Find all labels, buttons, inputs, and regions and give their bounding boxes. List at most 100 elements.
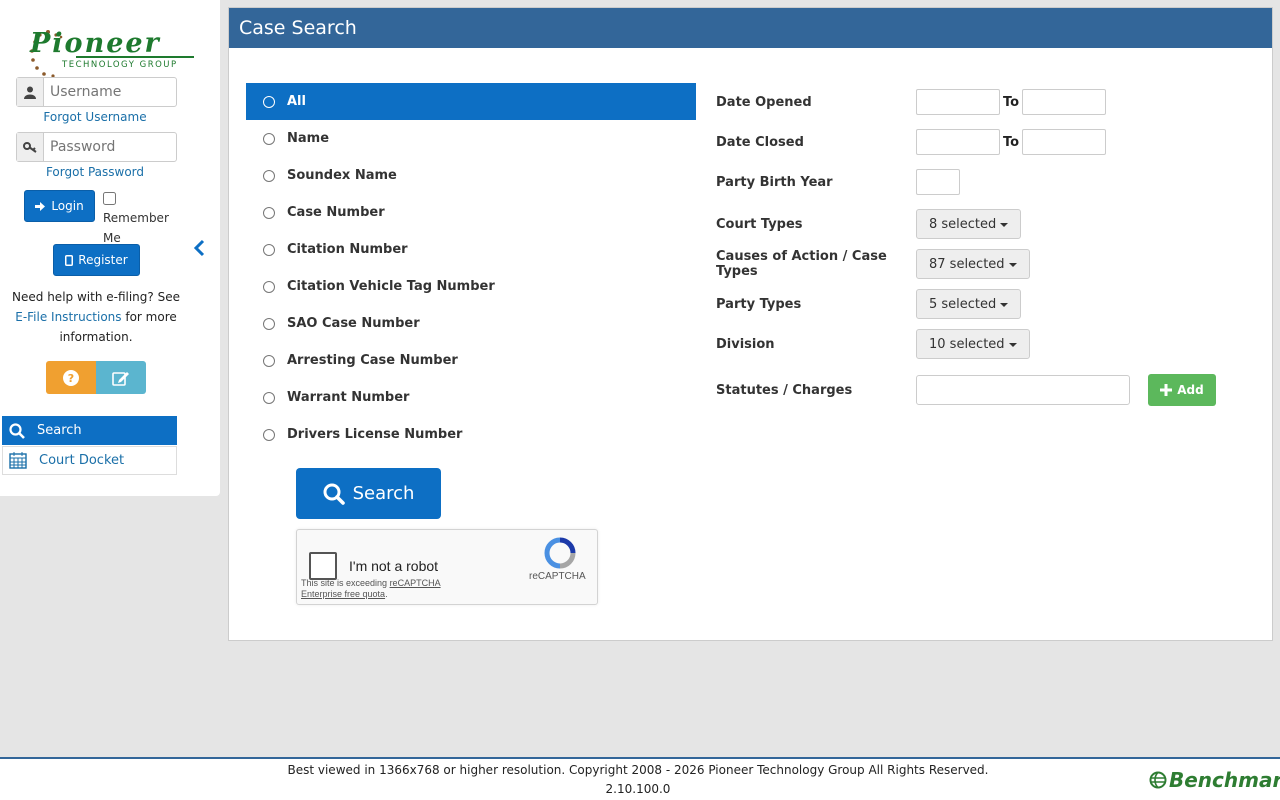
date-closed-to-input[interactable]	[1022, 129, 1106, 155]
party-types-row: Party Types 5 selected	[716, 289, 1022, 319]
help-button[interactable]: ?	[46, 361, 96, 394]
recaptcha-note-prefix: This site is exceeding	[301, 578, 388, 588]
add-button-label: Add	[1177, 383, 1204, 397]
court-types-label: Court Types	[716, 216, 803, 232]
sign-in-icon	[35, 201, 46, 211]
question-icon: ?	[63, 369, 79, 386]
user-icon	[17, 78, 44, 106]
plus-icon	[1160, 384, 1173, 396]
caret-down-icon	[1000, 303, 1009, 307]
radio-button[interactable]	[263, 428, 275, 441]
add-statute-button[interactable]: Add	[1148, 374, 1216, 406]
statutes-input[interactable]	[916, 375, 1130, 405]
efile-help-text: Need help with e-filing? See E-File Inst…	[10, 287, 182, 347]
search-type-label: Case Number	[287, 205, 385, 220]
calendar-icon	[9, 452, 27, 469]
to-label: To	[1002, 134, 1020, 150]
court-types-value: 8 selected	[929, 216, 997, 232]
login-button[interactable]: Login	[24, 190, 95, 222]
caret-down-icon	[1008, 343, 1017, 347]
logo-divider	[76, 56, 194, 58]
search-type-warrant-number[interactable]: Warrant Number	[246, 379, 696, 416]
login-label: Login	[51, 199, 84, 213]
causes-dropdown[interactable]: 87 selected	[916, 249, 1030, 279]
search-type-soundex-name[interactable]: Soundex Name	[246, 157, 696, 194]
radio-button[interactable]	[263, 280, 275, 293]
search-button[interactable]: Search	[296, 468, 441, 519]
username-input[interactable]	[44, 78, 176, 106]
search-type-label: Name	[287, 131, 330, 146]
party-types-value: 5 selected	[929, 296, 997, 312]
nav-label-search: Search	[37, 423, 82, 438]
efile-instructions-link[interactable]: E-File Instructions	[15, 310, 121, 324]
svg-text:?: ?	[68, 372, 74, 385]
collapse-sidebar-icon[interactable]	[191, 238, 207, 258]
radio-button[interactable]	[263, 169, 275, 182]
nav-label-court-docket: Court Docket	[39, 453, 125, 468]
recaptcha-label: I'm not a robot	[349, 558, 439, 574]
party-birth-year-input[interactable]	[916, 169, 960, 195]
search-type-citation-number[interactable]: Citation Number	[246, 231, 696, 268]
court-types-dropdown[interactable]: 8 selected	[916, 209, 1022, 239]
password-group	[16, 132, 177, 162]
to-label: To	[1002, 94, 1020, 110]
recaptcha-widget: I'm not a robot This site is exceeding r…	[296, 529, 598, 605]
search-type-name[interactable]: Name	[246, 120, 696, 157]
sidebar: Pioneer TECHNOLOGY GROUP Forgot Username…	[0, 0, 220, 496]
search-type-citation-vehicle-tag[interactable]: Citation Vehicle Tag Number	[246, 268, 696, 305]
radio-button[interactable]	[263, 206, 275, 219]
register-button[interactable]: Register	[53, 244, 140, 276]
search-icon	[9, 422, 25, 439]
logo-wordmark: Pioneer	[30, 28, 161, 59]
court-types-row: Court Types 8 selected	[716, 209, 1022, 239]
radio-button[interactable]	[263, 317, 275, 330]
caret-down-icon	[1000, 223, 1009, 227]
division-dropdown[interactable]: 10 selected	[916, 329, 1030, 359]
party-types-dropdown[interactable]: 5 selected	[916, 289, 1022, 319]
search-type-arresting-case-number[interactable]: Arresting Case Number	[246, 342, 696, 379]
search-type-case-number[interactable]: Case Number	[246, 194, 696, 231]
password-input[interactable]	[44, 133, 176, 161]
search-type-label: Warrant Number	[287, 390, 410, 405]
radio-button[interactable]	[263, 95, 275, 108]
help-prefix: Need help with e-filing? See	[12, 290, 180, 304]
search-type-label: All	[287, 94, 306, 109]
date-closed-from-input[interactable]	[916, 129, 1000, 155]
remember-me-checkbox[interactable]	[103, 192, 116, 205]
nav-item-court-docket[interactable]: Court Docket	[2, 446, 177, 475]
register-label: Register	[78, 253, 128, 267]
recaptcha-quota-note: This site is exceeding reCAPTCHA Enterpr…	[301, 578, 441, 599]
division-row: Division 10 selected	[716, 329, 1030, 359]
remember-me[interactable]: Remember Me	[103, 188, 183, 248]
search-type-label: Soundex Name	[287, 168, 397, 183]
edit-icon	[112, 371, 129, 386]
benchmark-logo: Benchmark	[1149, 768, 1280, 792]
forgot-username-link[interactable]: Forgot Username	[0, 110, 190, 124]
caret-down-icon	[1008, 263, 1017, 267]
causes-value: 87 selected	[929, 256, 1005, 272]
search-type-drivers-license[interactable]: Drivers License Number	[246, 416, 696, 453]
radio-button[interactable]	[263, 391, 275, 404]
footer: Best viewed in 1366x768 or higher resolu…	[0, 757, 1280, 800]
forgot-password-link[interactable]: Forgot Password	[0, 165, 190, 179]
nav-item-search[interactable]: Search	[2, 416, 177, 445]
recaptcha-checkbox[interactable]	[309, 552, 337, 580]
search-type-label: Citation Number	[287, 242, 408, 257]
radio-button[interactable]	[263, 354, 275, 367]
search-type-all[interactable]: All	[246, 83, 696, 120]
search-type-list: All Name Soundex Name Case Number Citati…	[246, 83, 696, 453]
date-closed-label: Date Closed	[716, 134, 804, 150]
date-opened-from-input[interactable]	[916, 89, 1000, 115]
case-search-panel: Case Search All Name Soundex Name Case N…	[228, 7, 1273, 641]
search-type-label: Drivers License Number	[287, 427, 463, 442]
causes-row: Causes of Action / Case Types 87 selecte…	[716, 249, 1030, 279]
date-opened-to-input[interactable]	[1022, 89, 1106, 115]
sidebar-nav: Search Court Docket	[2, 416, 177, 475]
edit-button[interactable]	[96, 361, 146, 394]
radio-button[interactable]	[263, 132, 275, 145]
radio-button[interactable]	[263, 243, 275, 256]
statutes-label: Statutes / Charges	[716, 382, 853, 398]
search-type-sao-case-number[interactable]: SAO Case Number	[246, 305, 696, 342]
pioneer-logo: Pioneer TECHNOLOGY GROUP	[14, 14, 194, 78]
page-title: Case Search	[229, 8, 1272, 48]
